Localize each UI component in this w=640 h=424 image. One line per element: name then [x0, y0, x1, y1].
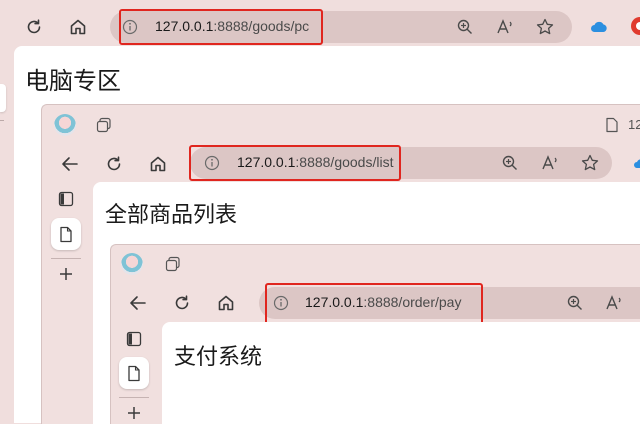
- home-icon[interactable]: [216, 293, 236, 313]
- sidebar-tabs-icon[interactable]: [126, 331, 142, 347]
- page-icon: [128, 365, 140, 381]
- sidebar-page-button[interactable]: [51, 218, 81, 250]
- tab-actions-icon[interactable]: [96, 117, 112, 133]
- sidebar-tabs-icon[interactable]: [58, 191, 74, 207]
- home-button[interactable]: [66, 15, 90, 39]
- inner-page-content: 支付系统: [162, 322, 640, 424]
- highlight-box-outer-url: [119, 9, 323, 45]
- tab-title[interactable]: 12: [628, 117, 640, 132]
- page-title: 支付系统: [174, 345, 263, 370]
- tab-page-icon[interactable]: [605, 117, 619, 133]
- page-icon: [60, 226, 72, 242]
- sidebar-divider: [51, 258, 81, 259]
- inner-browser-window: 127.0.0.1:8888/order/pay 支付系统: [110, 244, 640, 424]
- profile-avatar[interactable]: [54, 114, 76, 136]
- outer-sidebar-divider: [0, 120, 4, 121]
- favorite-star-icon[interactable]: [535, 17, 555, 37]
- page-title: 电脑专区: [25, 67, 121, 95]
- sidebar-divider: [119, 397, 149, 398]
- tab-actions-icon[interactable]: [165, 256, 181, 272]
- sidebar-page-button[interactable]: [119, 357, 149, 389]
- read-aloud-icon[interactable]: [605, 294, 625, 312]
- refresh-button[interactable]: [22, 15, 46, 39]
- refresh-icon[interactable]: [104, 154, 124, 174]
- back-icon[interactable]: [60, 154, 80, 174]
- middle-page-content: 全部商品列表 127.0.0.1:8888/order/pay 支付系统: [93, 182, 640, 424]
- screen: { "outer": { "address": { "host": "127.0…: [0, 0, 640, 424]
- refresh-icon: [27, 19, 41, 34]
- zoom-icon[interactable]: [566, 294, 584, 312]
- refresh-icon[interactable]: [172, 293, 192, 313]
- cloud-extension-icon[interactable]: [590, 19, 608, 33]
- extension-badge-icon[interactable]: [630, 16, 640, 36]
- middle-browser-window: 12 127.0.0.1:8888/goods/list 全部商品列表: [41, 104, 640, 424]
- add-icon[interactable]: [127, 406, 141, 420]
- favorite-star-icon[interactable]: [580, 153, 600, 173]
- cloud-extension-icon[interactable]: [633, 157, 640, 169]
- home-icon[interactable]: [148, 154, 168, 174]
- back-icon[interactable]: [128, 293, 148, 313]
- page-title: 全部商品列表: [105, 203, 238, 228]
- outer-page-content: 电脑专区 12 127.0.0.1:8888/goods/list 全部商: [14, 46, 640, 424]
- highlight-box-middle-url: [189, 145, 401, 181]
- profile-avatar[interactable]: [121, 253, 143, 275]
- highlight-box-inner-url: [265, 283, 483, 325]
- outer-sidebar-tab[interactable]: [0, 84, 6, 112]
- add-icon[interactable]: [59, 267, 73, 281]
- read-aloud-icon[interactable]: [541, 154, 561, 172]
- read-aloud-icon[interactable]: [496, 18, 516, 36]
- zoom-icon[interactable]: [456, 18, 474, 36]
- zoom-icon[interactable]: [501, 154, 519, 172]
- home-icon: [70, 19, 86, 35]
